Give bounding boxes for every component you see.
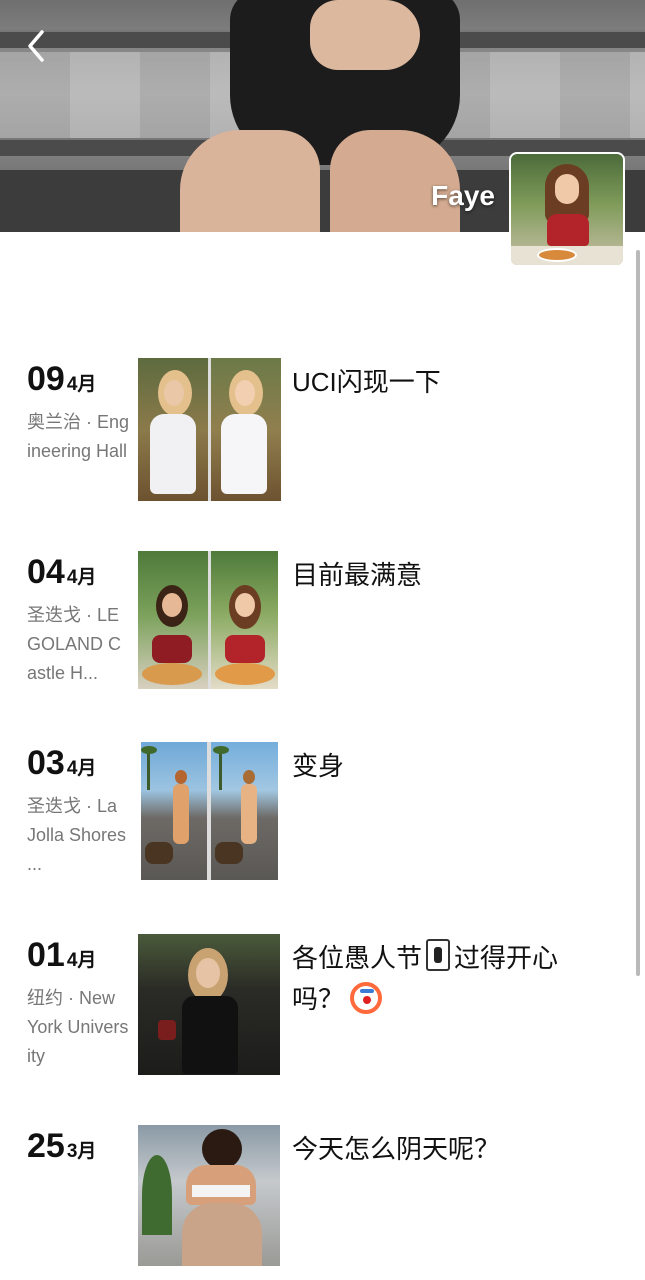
photo-right bbox=[211, 358, 281, 501]
post-location[interactable]: 圣迭戈 · LEGOLAND Castle H... bbox=[27, 601, 131, 688]
moment-post: 09 4月 奥兰治 · Engineering Hall UCI闪现一下 bbox=[0, 358, 630, 508]
post-month: 4月 bbox=[66, 374, 97, 395]
post-month: 4月 bbox=[66, 567, 97, 588]
post-caption[interactable]: 变身 bbox=[292, 746, 612, 787]
profile-nickname: Faye bbox=[431, 180, 495, 211]
post-date: 01 4月 bbox=[27, 936, 96, 975]
photo-left bbox=[138, 358, 208, 501]
post-caption[interactable]: 今天怎么阴天呢？ bbox=[292, 1129, 612, 1170]
post-photo[interactable] bbox=[138, 551, 278, 689]
post-day: 04 bbox=[27, 553, 65, 591]
chevron-left-icon bbox=[28, 30, 44, 62]
post-date: 25 3月 bbox=[27, 1127, 96, 1166]
post-photo[interactable] bbox=[138, 1125, 280, 1266]
clown-face-emoji-icon bbox=[350, 982, 383, 1014]
photo-right bbox=[211, 742, 278, 880]
post-photo[interactable] bbox=[138, 358, 281, 501]
post-photo[interactable] bbox=[138, 934, 280, 1075]
post-day: 03 bbox=[27, 744, 65, 782]
caption-text: 过得开心 bbox=[454, 943, 559, 973]
avatar-plate bbox=[537, 248, 577, 262]
scrollbar[interactable] bbox=[636, 250, 640, 976]
caption-text: 吗？ bbox=[292, 984, 345, 1014]
post-caption[interactable]: 目前最满意 bbox=[292, 555, 612, 596]
post-location[interactable]: 奥兰治 · Engineering Hall bbox=[27, 408, 131, 466]
post-month: 4月 bbox=[66, 758, 97, 779]
post-month: 3月 bbox=[66, 1141, 97, 1162]
post-location[interactable]: 圣迭戈 · La Jolla Shores ... bbox=[27, 792, 131, 879]
moment-post: 03 4月 圣迭戈 · La Jolla Shores ... 变身 bbox=[0, 742, 630, 892]
moment-post: 04 4月 圣迭戈 · LEGOLAND Castle H... 目前最满意 bbox=[0, 551, 630, 701]
caption-text: 各位愚人节 bbox=[292, 943, 423, 973]
post-day: 01 bbox=[27, 936, 65, 974]
post-photo[interactable] bbox=[141, 742, 278, 880]
post-caption[interactable]: UCI闪现一下 bbox=[292, 362, 612, 403]
photo-left bbox=[138, 551, 208, 689]
photo-left bbox=[141, 742, 207, 880]
post-caption[interactable]: 各位愚人节 过得开心吗？ bbox=[292, 938, 612, 1020]
profile-avatar[interactable] bbox=[509, 152, 625, 267]
cover-figure-leg-left bbox=[180, 130, 320, 232]
post-location[interactable]: 纽约 · New York University bbox=[27, 984, 131, 1071]
post-date: 04 4月 bbox=[27, 553, 96, 592]
avatar-dress bbox=[547, 214, 589, 246]
post-day: 09 bbox=[27, 360, 65, 398]
photo-right bbox=[211, 551, 278, 689]
cover-figure-hand bbox=[310, 0, 420, 70]
moment-post: 01 4月 纽约 · New York University 各位愚人节 过得开心吗… bbox=[0, 934, 630, 1084]
joker-card-emoji-icon bbox=[426, 939, 451, 971]
avatar-face bbox=[555, 174, 579, 204]
post-date: 09 4月 bbox=[27, 360, 96, 399]
moment-post: 25 3月 今天怎么阴天呢？ bbox=[0, 1125, 630, 1275]
post-date: 03 4月 bbox=[27, 744, 96, 783]
post-day: 25 bbox=[27, 1127, 65, 1165]
back-button[interactable] bbox=[20, 26, 54, 66]
post-month: 4月 bbox=[66, 950, 97, 971]
